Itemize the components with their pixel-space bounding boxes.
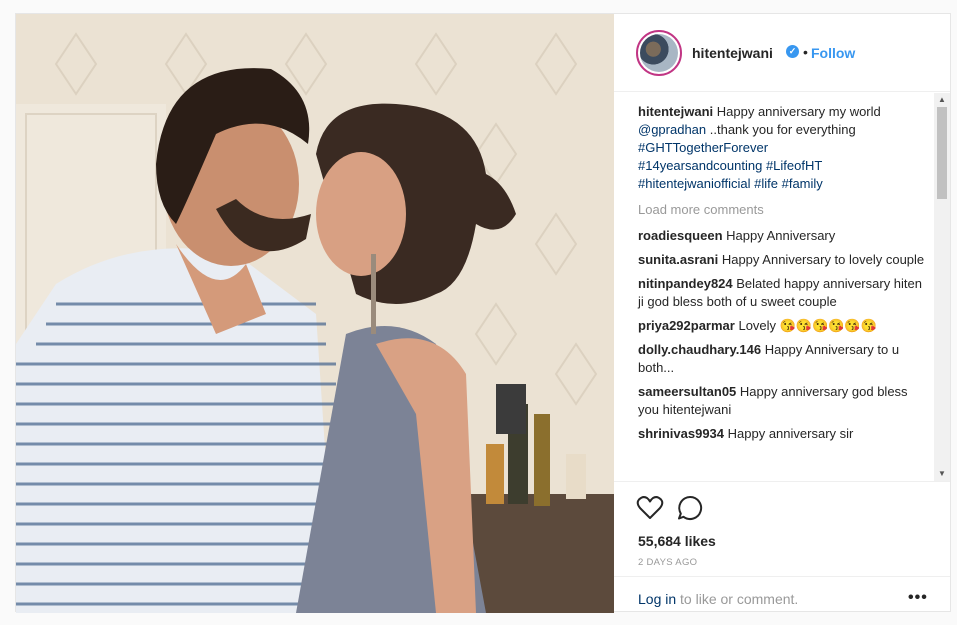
follow-button[interactable]: Follow (811, 45, 855, 61)
comment-username[interactable]: shrinivas9934 (638, 426, 724, 441)
hashtag-link[interactable]: #GHTTogetherForever (638, 140, 768, 155)
comment-username[interactable]: roadiesqueen (638, 228, 723, 243)
post-frame: hitentejwani ✓ • Follow hitentejwani Hap… (15, 13, 951, 613)
avatar[interactable] (636, 30, 682, 76)
load-more-comments-button[interactable]: Load more comments (638, 201, 928, 219)
comment-text: Lovely 😘😘😘😘😘😘 (738, 318, 877, 333)
post-header: hitentejwani ✓ • Follow (614, 14, 950, 92)
login-prompt: Log in to like or comment. ••• (614, 576, 950, 614)
comment-username[interactable]: priya292parmar (638, 318, 735, 333)
comment-item: nitinpandey824 Belated happy anniversary… (638, 275, 928, 311)
comment-username[interactable]: sameersultan05 (638, 384, 736, 399)
comments-list[interactable]: hitentejwani Happy anniversary my world … (614, 93, 950, 481)
login-suffix: to like or comment. (676, 591, 799, 607)
comment-bubble-icon[interactable] (676, 494, 704, 522)
comment-username[interactable]: dolly.chaudhary.146 (638, 342, 761, 357)
login-link[interactable]: Log in (638, 591, 676, 607)
comment-item: roadiesqueen Happy Anniversary (638, 227, 928, 245)
post-sidebar: hitentejwani ✓ • Follow hitentejwani Hap… (614, 14, 950, 613)
more-options-icon[interactable]: ••• (908, 589, 928, 607)
post-username[interactable]: hitentejwani (692, 45, 773, 61)
post-caption: hitentejwani Happy anniversary my world … (638, 103, 928, 193)
comments-scrollbar[interactable]: ▲ ▼ (934, 93, 950, 481)
scrollbar-thumb[interactable] (937, 107, 947, 199)
like-count[interactable]: 55,684 likes (638, 533, 716, 549)
comment-username[interactable]: sunita.asrani (638, 252, 718, 267)
comment-text: Happy Anniversary to lovely couple (721, 252, 925, 267)
photo-illustration (16, 14, 614, 613)
hashtag-link[interactable]: #14yearsandcounting (638, 158, 762, 173)
comment-item: dolly.chaudhary.146 Happy Anniversary to… (638, 341, 928, 377)
comment-item: shrinivas9934 Happy anniversary sir (638, 425, 928, 443)
hashtag-link[interactable]: #hitentejwaniofficial (638, 176, 751, 191)
hashtag-link[interactable]: #family (782, 176, 823, 191)
comment-text: Happy Anniversary (726, 228, 836, 243)
caption-mention[interactable]: @gpradhan (638, 122, 706, 137)
post-photo[interactable] (16, 14, 614, 613)
comment-text: Happy anniversary sir (727, 426, 854, 441)
verified-badge-icon: ✓ (786, 45, 799, 58)
heart-icon[interactable] (636, 494, 664, 522)
separator-dot: • (803, 44, 808, 60)
scroll-down-arrow-icon[interactable]: ▼ (934, 467, 950, 481)
scroll-up-arrow-icon[interactable]: ▲ (934, 93, 950, 107)
comment-item: priya292parmar Lovely 😘😘😘😘😘😘 (638, 317, 928, 335)
post-actions: 55,684 likes 2 DAYS AGO Log in to like o… (614, 481, 950, 613)
caption-text-2: ..thank you for everything (709, 122, 856, 137)
comment-item: sunita.asrani Happy Anniversary to lovel… (638, 251, 928, 269)
login-text: Log in to like or comment. (638, 591, 798, 607)
caption-username[interactable]: hitentejwani (638, 104, 713, 119)
comment-username[interactable]: nitinpandey824 (638, 276, 733, 291)
post-timestamp: 2 DAYS AGO (638, 557, 698, 568)
comment-item: sameersultan05 Happy anniversary god ble… (638, 383, 928, 419)
caption-text: Happy anniversary my world (716, 104, 881, 119)
hashtag-link[interactable]: #LifeofHT (766, 158, 822, 173)
hashtag-link[interactable]: #life (754, 176, 778, 191)
